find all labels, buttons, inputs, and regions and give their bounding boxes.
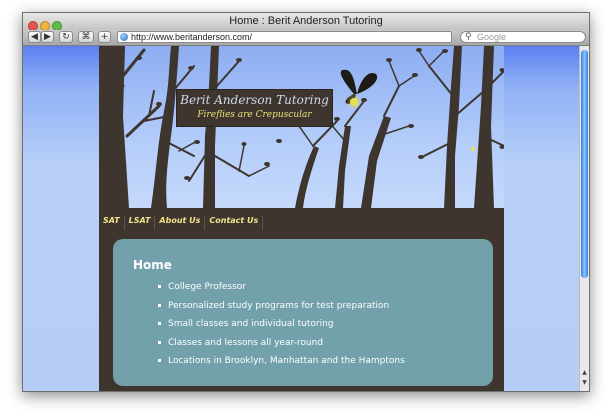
url-input[interactable]: http://www.beritanderson.com/ — [117, 31, 452, 43]
list-item: Small classes and individual tutoring — [158, 319, 405, 338]
list-item: Locations in Brooklyn, Manhattan and the… — [158, 356, 405, 375]
search-placeholder: Google — [477, 32, 507, 42]
globe-icon — [120, 33, 128, 41]
title-bar: Home : Berit Anderson Tutoring — [23, 13, 589, 31]
page-viewport: Berit Anderson Tutoring Fireflies are Cr… — [23, 46, 579, 391]
back-arrow-icon: ◀ — [31, 32, 38, 42]
forward-arrow-icon: ▶ — [44, 32, 51, 42]
content-panel: Home College Professor Personalized stud… — [113, 239, 493, 386]
forward-button[interactable]: ▶ — [41, 31, 54, 43]
plus-icon: + — [100, 32, 109, 42]
list-item-text: Classes and lessons all year-round — [168, 337, 323, 348]
reload-button[interactable]: ↻ — [59, 31, 73, 43]
page-heading: Home — [133, 258, 172, 272]
bullet-icon — [158, 285, 161, 288]
logo-title: Berit Anderson Tutoring — [180, 93, 329, 107]
list-item-text: College Professor — [168, 282, 247, 292]
list-item-text: Small classes and individual tutoring — [168, 319, 334, 329]
site-nav: SAT LSAT About Us Contact Us — [99, 216, 264, 230]
nav-link-sat[interactable]: SAT — [99, 216, 125, 230]
list-item-text: Locations in Brooklyn, Manhattan and the… — [168, 356, 405, 366]
search-input[interactable]: ⚲ Google — [460, 31, 586, 43]
list-item: College Professor — [158, 282, 405, 301]
bullet-icon — [158, 303, 161, 307]
browser-toolbar: ◀ ▶ ↻ ⌘ + http://www.beritanderson.com/ … — [23, 30, 589, 46]
add-bookmark-button[interactable]: + — [98, 31, 111, 43]
list-item-text: Personalized study programs for test pre… — [168, 300, 390, 311]
sitemap-button[interactable]: ⌘ — [78, 31, 94, 43]
firefly-illustration — [340, 69, 378, 109]
list-item: Classes and lessons all year-round — [158, 338, 405, 357]
site-header: Berit Anderson Tutoring Fireflies are Cr… — [99, 46, 504, 208]
search-icon: ⚲ — [465, 32, 472, 42]
sitemap-icon: ⌘ — [81, 32, 91, 42]
vertical-scrollbar[interactable]: ▲ ▼ — [579, 46, 589, 391]
nav-link-contact-us[interactable]: Contact Us — [205, 216, 264, 230]
tree-silhouette-illustration — [99, 46, 504, 208]
window-title: Home : Berit Anderson Tutoring — [229, 15, 383, 27]
nav-link-lsat[interactable]: LSAT — [125, 216, 156, 230]
bullet-icon — [158, 359, 161, 362]
feature-list: College Professor Personalized study pro… — [158, 282, 405, 375]
list-item: Personalized study programs for test pre… — [158, 301, 405, 320]
site-logo[interactable]: Berit Anderson Tutoring Fireflies are Cr… — [176, 89, 333, 127]
scrollbar-thumb[interactable] — [581, 50, 588, 278]
site-container: Berit Anderson Tutoring Fireflies are Cr… — [99, 46, 504, 391]
logo-tagline: Fireflies are Crepuscular — [197, 110, 312, 120]
scroll-up-icon[interactable]: ▲ — [580, 369, 589, 377]
scroll-down-icon[interactable]: ▼ — [580, 379, 589, 387]
bullet-icon — [158, 340, 161, 344]
bullet-icon — [158, 322, 161, 325]
back-button[interactable]: ◀ — [28, 31, 41, 43]
url-text: http://www.beritanderson.com/ — [131, 32, 253, 42]
nav-link-about-us[interactable]: About Us — [155, 216, 206, 230]
reload-icon: ↻ — [62, 32, 70, 42]
browser-window: Home : Berit Anderson Tutoring ◀ ▶ ↻ ⌘ +… — [22, 12, 590, 392]
